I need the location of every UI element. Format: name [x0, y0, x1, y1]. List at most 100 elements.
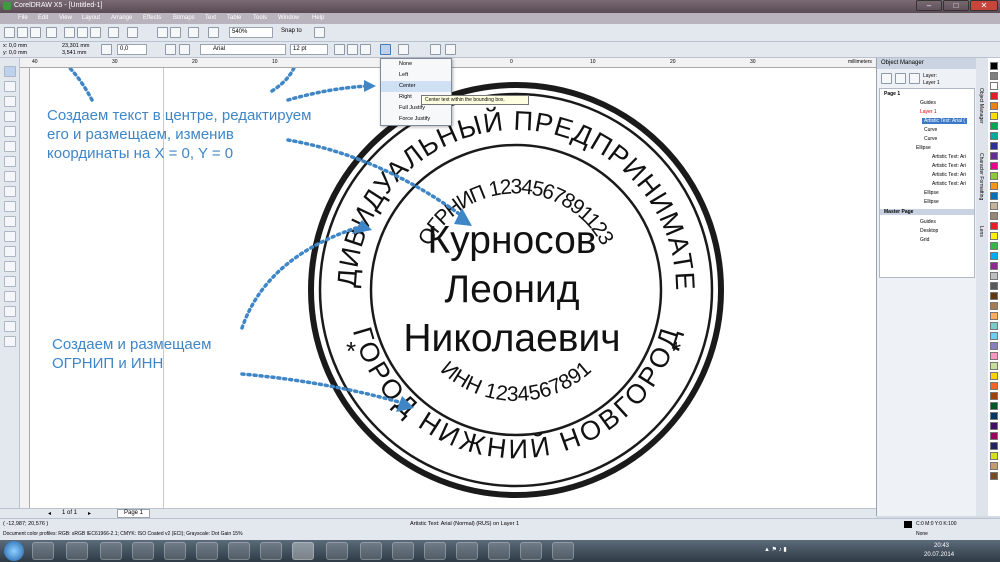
edit-text-icon[interactable]: [430, 44, 441, 55]
palette-swatch[interactable]: [990, 432, 998, 440]
palette-swatch[interactable]: [990, 282, 998, 290]
tree-master-page[interactable]: Master Page: [880, 209, 974, 215]
character-formatting-icon[interactable]: [398, 44, 409, 55]
menu-view[interactable]: View: [59, 15, 72, 21]
palette-swatch[interactable]: [990, 412, 998, 420]
lock-ratio-icon[interactable]: [101, 44, 112, 55]
palette-swatch[interactable]: [990, 162, 998, 170]
palette-swatch[interactable]: [990, 372, 998, 380]
close-icon[interactable]: ✕: [970, 0, 998, 11]
mirror-vertical-icon[interactable]: [179, 44, 190, 55]
italic-icon[interactable]: [347, 44, 358, 55]
taskbar-media-icon[interactable]: [66, 542, 88, 560]
polygon-tool-icon[interactable]: [4, 186, 16, 197]
menu-window[interactable]: Window: [278, 15, 299, 21]
taskbar-ie-icon[interactable]: [228, 542, 250, 560]
tree-curve[interactable]: Curve: [924, 127, 937, 133]
palette-swatch[interactable]: [990, 462, 998, 470]
eyedropper-tool-icon[interactable]: [4, 291, 16, 302]
tree-master-guides[interactable]: Guides: [920, 219, 936, 225]
palette-swatch[interactable]: [990, 422, 998, 430]
taskbar-chrome-icon[interactable]: [132, 542, 154, 560]
basic-shapes-tool-icon[interactable]: [4, 201, 16, 212]
align-force-justify-item[interactable]: Force Justify: [381, 114, 451, 125]
taskbar-firefox-icon[interactable]: [196, 542, 218, 560]
tree-desktop[interactable]: Desktop: [920, 228, 938, 234]
clock-time[interactable]: 20:43: [934, 543, 949, 549]
taskbar-photo-icon[interactable]: [326, 542, 348, 560]
cut-icon[interactable]: [64, 27, 75, 38]
text-tool-icon[interactable]: [4, 216, 16, 227]
menu-help[interactable]: Help: [312, 15, 324, 21]
connector-tool-icon[interactable]: [4, 261, 16, 272]
palette-swatch[interactable]: [990, 382, 998, 390]
tab-character-formatting[interactable]: Character Formatting: [978, 153, 984, 200]
pick-tool-icon[interactable]: [4, 66, 16, 77]
taskbar-opera-icon[interactable]: [164, 542, 186, 560]
redo-icon[interactable]: [127, 27, 138, 38]
paste-icon[interactable]: [90, 27, 101, 38]
vertical-ruler[interactable]: [20, 68, 30, 508]
crop-tool-icon[interactable]: [4, 96, 16, 107]
start-button-icon[interactable]: [4, 541, 24, 561]
palette-swatch[interactable]: [990, 232, 998, 240]
dimension-tool-icon[interactable]: [4, 246, 16, 257]
copy-icon[interactable]: [77, 27, 88, 38]
rectangle-tool-icon[interactable]: [4, 156, 16, 167]
app-launcher-icon[interactable]: [188, 27, 199, 38]
palette-swatch[interactable]: [990, 262, 998, 270]
palette-swatch[interactable]: [990, 192, 998, 200]
taskbar-utility-icon[interactable]: [552, 542, 574, 560]
table-tool-icon[interactable]: [4, 231, 16, 242]
save-icon[interactable]: [30, 27, 41, 38]
shape-tool-icon[interactable]: [4, 81, 16, 92]
palette-swatch[interactable]: [990, 152, 998, 160]
menu-arrange[interactable]: Arrange: [111, 15, 132, 21]
show-properties-icon[interactable]: [881, 73, 892, 84]
stamp-name-first[interactable]: Леонид: [444, 268, 579, 311]
width-field[interactable]: 23,301 mm: [62, 43, 90, 49]
tree-grid[interactable]: Grid: [920, 237, 929, 243]
options-icon[interactable]: [314, 27, 325, 38]
zoom-tool-icon[interactable]: [4, 111, 16, 122]
undo-icon[interactable]: [108, 27, 119, 38]
print-icon[interactable]: [46, 27, 57, 38]
menu-edit[interactable]: Edit: [38, 15, 48, 21]
palette-swatch[interactable]: [990, 292, 998, 300]
blend-tool-icon[interactable]: [4, 276, 16, 287]
layer-manager-view-icon[interactable]: [895, 73, 906, 84]
height-field[interactable]: 3,541 mm: [62, 50, 86, 56]
tree-curve[interactable]: Curve: [924, 136, 937, 142]
font-size-dropdown[interactable]: 12 pt: [290, 44, 328, 55]
mirror-horizontal-icon[interactable]: [165, 44, 176, 55]
rotation-angle-field[interactable]: 0,0: [117, 44, 147, 55]
snap-to-dropdown[interactable]: Snap to: [279, 27, 309, 38]
palette-swatch[interactable]: [990, 82, 998, 90]
taskbar-filezilla-icon[interactable]: [360, 542, 382, 560]
palette-swatch[interactable]: [990, 222, 998, 230]
stamp-name-surname[interactable]: Курносов: [427, 219, 596, 262]
export-icon[interactable]: [170, 27, 181, 38]
palette-swatch[interactable]: [990, 62, 998, 70]
taskbar-charts-icon[interactable]: [424, 542, 446, 560]
tree-guides[interactable]: Guides: [920, 100, 936, 106]
palette-swatch[interactable]: [990, 342, 998, 350]
minimize-icon[interactable]: –: [916, 0, 942, 11]
fill-tool-icon[interactable]: [4, 321, 16, 332]
palette-swatch[interactable]: [990, 472, 998, 480]
tree-artistic-text[interactable]: Artistic Text: Ari: [932, 163, 966, 169]
taskbar-mail-icon[interactable]: [100, 542, 122, 560]
outline-tool-icon[interactable]: [4, 306, 16, 317]
welcome-icon[interactable]: [208, 27, 219, 38]
palette-swatch[interactable]: [990, 322, 998, 330]
text-align-button[interactable]: [380, 44, 391, 55]
taskbar-notes-icon[interactable]: [520, 542, 542, 560]
align-none-item[interactable]: None: [381, 59, 451, 70]
palette-swatch[interactable]: [990, 442, 998, 450]
palette-swatch[interactable]: [990, 112, 998, 120]
menu-file[interactable]: File: [18, 15, 28, 21]
tab-lens[interactable]: Lens: [978, 226, 984, 237]
align-left-item[interactable]: Left: [381, 70, 451, 81]
palette-swatch[interactable]: [990, 252, 998, 260]
palette-swatch[interactable]: [990, 102, 998, 110]
